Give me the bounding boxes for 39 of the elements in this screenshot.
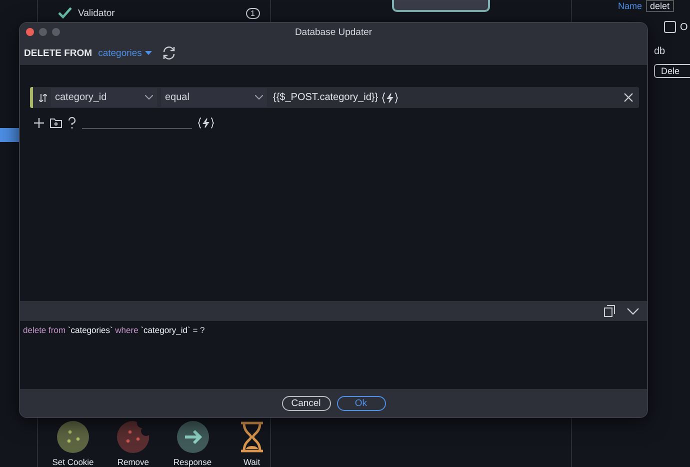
sql-query-text: delete from `categories` where `category_id` = ?	[23, 325, 206, 335]
bitten-cookie-icon[interactable]	[117, 421, 150, 453]
checkbox-label: O	[680, 22, 688, 32]
cancel-button[interactable]: Cancel	[282, 396, 330, 410]
action-label: Response	[173, 457, 212, 467]
sort-icon[interactable]	[39, 94, 47, 102]
copy-icon[interactable]	[604, 305, 615, 317]
value-field[interactable]: {{$_POST.category_id}}	[273, 92, 378, 103]
action-label: Wait	[243, 457, 260, 467]
lightning-braces-icon[interactable]	[382, 92, 398, 104]
refresh-icon[interactable]	[162, 46, 176, 60]
chevron-down-icon[interactable]	[627, 308, 639, 314]
name-label: Name	[618, 1, 642, 11]
caret-icon	[144, 51, 152, 55]
plus-icon[interactable]	[34, 118, 44, 128]
step-label[interactable]: Validator	[78, 8, 240, 18]
action-label: Set Cookie	[52, 457, 94, 467]
cookie-icon[interactable]	[57, 421, 89, 453]
folder-plus-icon[interactable]	[50, 118, 62, 128]
delete-button[interactable]: Dele	[654, 64, 690, 78]
chevron-icon	[255, 95, 263, 100]
count-badge: 1	[246, 8, 260, 18]
name-field[interactable]: delet	[646, 0, 674, 12]
table-dropdown[interactable]: categories	[98, 48, 152, 58]
db-label: db	[653, 46, 666, 57]
operator-dropdown[interactable]: equal	[161, 88, 267, 107]
checkbox[interactable]	[664, 21, 676, 33]
close-window-icon[interactable]	[26, 28, 34, 36]
close-icon[interactable]	[624, 93, 633, 102]
window-title: Database Updater	[294, 26, 372, 38]
action-label: Remove	[117, 457, 149, 467]
lightning-braces-icon[interactable]	[198, 116, 214, 128]
column-dropdown[interactable]: category_id	[51, 88, 157, 107]
ok-button[interactable]: Ok	[336, 396, 386, 410]
flow-node[interactable]	[392, 0, 490, 12]
question-icon[interactable]	[68, 116, 76, 128]
chevron-icon	[145, 95, 153, 100]
hourglass-icon[interactable]	[238, 421, 265, 453]
statement-label: DELETE FROM	[24, 48, 92, 58]
